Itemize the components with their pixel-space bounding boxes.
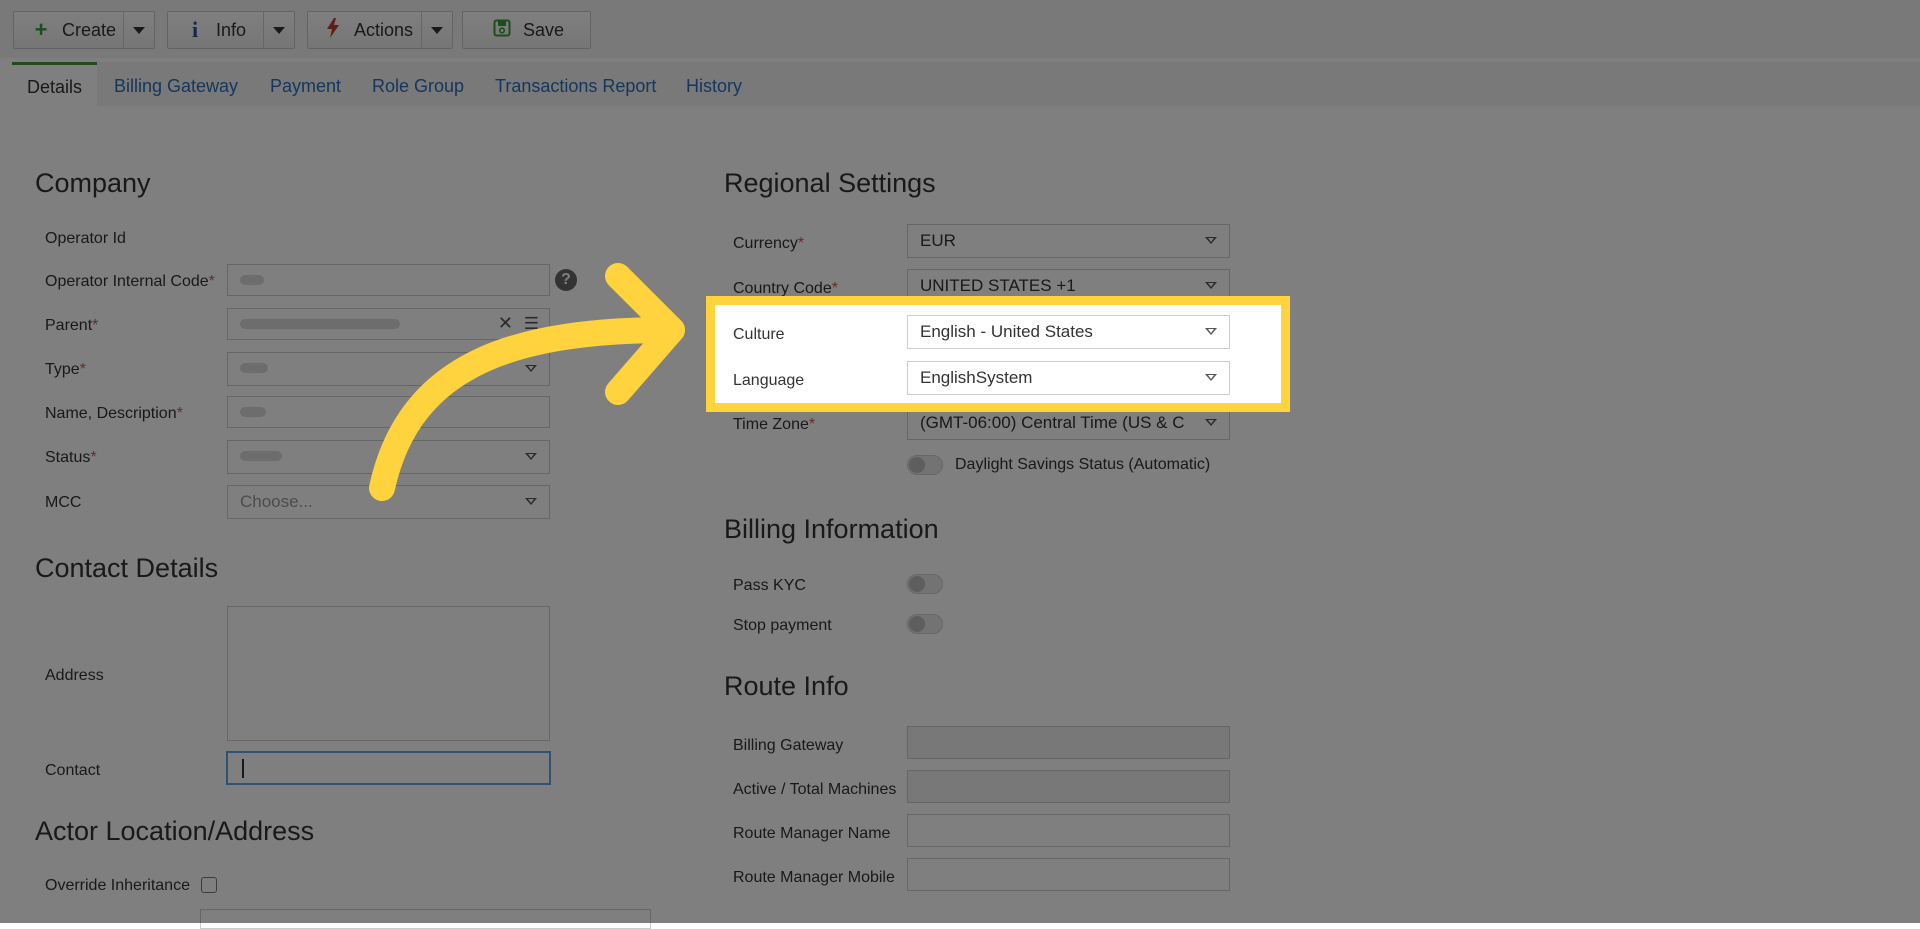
arrow-annotation-icon — [369, 263, 685, 501]
page: + Create i Info Actions Save Details Bil… — [0, 0, 1920, 929]
